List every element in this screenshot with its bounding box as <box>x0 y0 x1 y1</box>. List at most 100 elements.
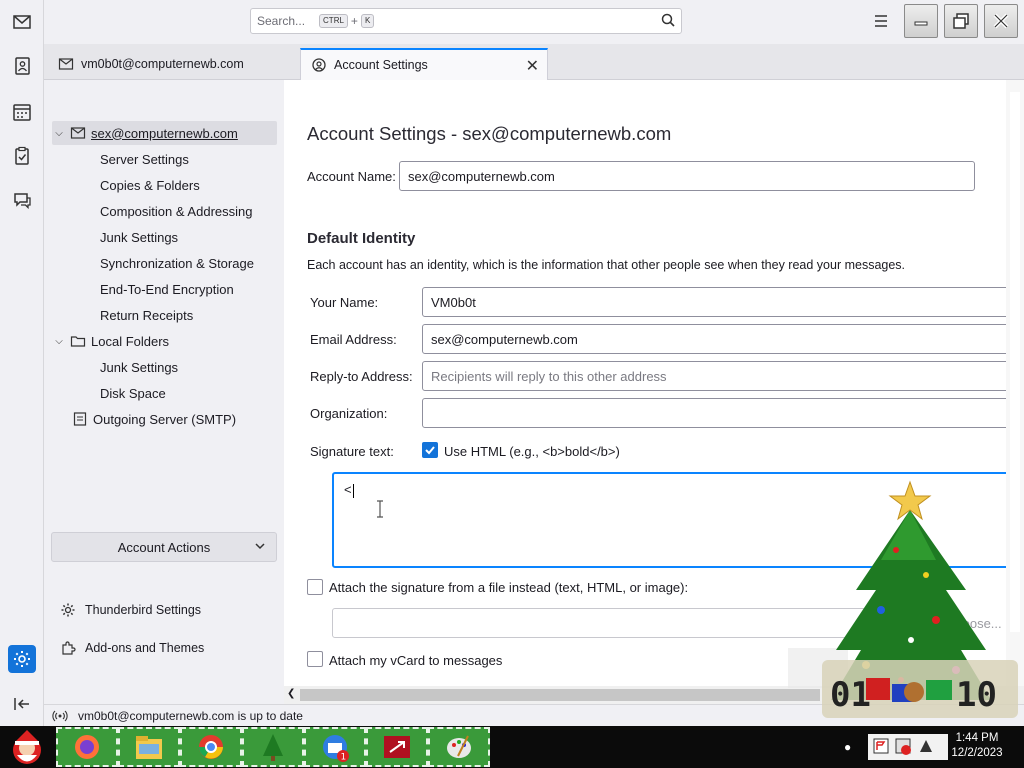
account-name-label: Account Name: <box>307 169 396 184</box>
your-name-label: Your Name: <box>310 295 379 310</box>
taskbar-chrome[interactable] <box>180 727 242 767</box>
addons-label: Add-ons and Themes <box>85 641 205 655</box>
account-name-input[interactable]: sex@computernewb.com <box>399 161 975 191</box>
santa-start-icon <box>13 730 41 764</box>
email-address-label: Email Address: <box>310 332 397 347</box>
inbox-icon <box>58 58 74 70</box>
tasks-icon[interactable] <box>8 142 36 170</box>
search-icon <box>661 13 675 30</box>
nav-outgoing-label: Outgoing Server (SMTP) <box>93 411 237 427</box>
account-actions-label: Account Actions <box>117 539 211 555</box>
shortcut-k: K <box>360 14 375 28</box>
identity-description: Each account has an identity, which is t… <box>307 258 906 272</box>
tab-mail[interactable]: vm0b0t@computernewb.com <box>48 48 298 80</box>
taskbar-app-red[interactable] <box>366 727 428 767</box>
nav-outgoing-server[interactable]: Outgoing Server (SMTP) <box>68 407 236 431</box>
email-address-input[interactable]: sex@computernewb.com <box>422 324 1006 354</box>
puzzle-icon <box>62 641 76 655</box>
chevron-down-icon[interactable]: ⌵ <box>52 336 66 347</box>
nav-junk-settings[interactable]: Junk Settings <box>100 225 178 249</box>
reply-to-label: Reply-to Address: <box>310 369 413 384</box>
chevron-down-icon[interactable]: ⌵ <box>52 128 66 139</box>
thunderbird-settings-label: Thunderbird Settings <box>85 603 202 617</box>
nav-copies-folders[interactable]: Copies & Folders <box>100 173 200 197</box>
account-settings-icon <box>312 58 326 72</box>
christmas-tree-widget: 01 10 <box>786 480 1024 725</box>
taskbar-firefox[interactable] <box>56 727 118 767</box>
ibeam-cursor-icon <box>376 500 384 521</box>
nav-local-folders[interactable]: ⌵ Local Folders <box>52 329 169 353</box>
scroll-left-icon[interactable]: ❮ <box>287 688 295 699</box>
tab-account-settings[interactable]: Account Settings ✕ <box>300 48 548 80</box>
attach-vcard-checkbox[interactable] <box>307 651 323 667</box>
gear-icon <box>61 603 75 617</box>
your-name-input[interactable]: VM0b0t <box>422 287 1006 317</box>
addons-themes-link[interactable]: Add-ons and Themes <box>60 637 204 659</box>
settings-gear-icon[interactable] <box>8 645 36 673</box>
start-button[interactable] <box>2 727 52 767</box>
shortcut-ctrl: CTRL <box>319 14 348 28</box>
reply-to-input[interactable]: Recipients will reply to this other addr… <box>422 361 1006 391</box>
signature-text: < <box>344 482 352 497</box>
page-title: Account Settings - sex@computernewb.com <box>307 123 672 144</box>
signature-text-label: Signature text: <box>310 444 394 459</box>
checkmark-icon <box>425 446 435 455</box>
taskbar-explorer[interactable] <box>118 727 180 767</box>
clock-date: 12/2/2023 <box>951 747 1003 759</box>
search-placeholder: Search... <box>257 14 306 28</box>
nav-local-folders-label: Local Folders <box>91 333 170 349</box>
nav-disk-space[interactable]: Disk Space <box>100 381 166 405</box>
tab-label: vm0b0t@computernewb.com <box>81 57 244 71</box>
address-book-icon[interactable] <box>8 52 36 80</box>
nav-sync-storage[interactable]: Synchronization & Storage <box>100 251 254 275</box>
attach-file-checkbox[interactable] <box>307 579 323 595</box>
calendar-icon[interactable] <box>8 98 36 126</box>
system-tray[interactable] <box>868 734 948 760</box>
status-text: vm0b0t@computernewb.com is up to date <box>78 708 303 723</box>
close-window-button[interactable] <box>984 4 1018 38</box>
title-bar: Search... CTRL + K <box>44 0 1024 44</box>
text-caret <box>352 483 354 498</box>
tray-icons <box>873 738 932 755</box>
file-explorer-icon <box>136 736 162 759</box>
collapse-toolbar-icon[interactable] <box>8 690 36 718</box>
global-search-input[interactable]: Search... CTRL + K <box>250 8 682 34</box>
nav-composition[interactable]: Composition & Addressing <box>100 199 252 223</box>
scrollbar-thumb[interactable] <box>300 689 820 701</box>
nav-account-label: sex@computernewb.com <box>91 125 238 141</box>
chat-icon[interactable] <box>8 187 36 215</box>
app-menu-icon[interactable] <box>872 12 890 30</box>
taskbar-paint[interactable] <box>428 727 490 767</box>
nav-local-junk[interactable]: Junk Settings <box>100 355 178 379</box>
svg-text:10: 10 <box>956 675 997 715</box>
mail-icon[interactable] <box>8 8 36 36</box>
taskbar-thunderbird[interactable]: 1 <box>304 727 366 767</box>
taskbar: 1 ● 1:44 PM 12/2/2023 <box>0 726 1024 768</box>
account-actions-button[interactable]: Account Actions <box>51 532 277 562</box>
nav-account[interactable]: ⌵ sex@computernewb.com <box>52 121 277 145</box>
minimize-button[interactable] <box>904 4 938 38</box>
default-identity-heading: Default Identity <box>307 230 416 247</box>
mail-account-icon <box>70 127 86 139</box>
folder-icon <box>70 336 86 347</box>
svg-text:1: 1 <box>341 753 347 763</box>
clock-time: 1:44 PM <box>955 732 999 744</box>
thunderbird-settings-link[interactable]: Thunderbird Settings <box>60 599 201 621</box>
nav-e2e-encryption[interactable]: End-To-End Encryption <box>100 277 234 301</box>
shortcut-plus: + <box>350 14 358 28</box>
spaces-toolbar <box>0 0 44 726</box>
restore-button[interactable] <box>944 4 978 38</box>
red-app-icon <box>384 736 410 758</box>
nav-return-receipts[interactable]: Return Receipts <box>100 303 193 327</box>
taskbar-clock[interactable]: 1:44 PM 12/2/2023 <box>944 731 1010 761</box>
outgoing-server-icon <box>73 412 87 426</box>
nav-server-settings[interactable]: Server Settings <box>100 147 189 171</box>
account-tree: ⌵ sex@computernewb.com Server Settings C… <box>44 80 284 704</box>
organization-input[interactable] <box>422 398 1006 428</box>
taskbar-xmas-tree[interactable] <box>242 727 304 767</box>
attach-file-label: Attach the signature from a file instead… <box>329 580 689 595</box>
close-tab-icon[interactable]: ✕ <box>526 56 539 76</box>
use-html-checkbox[interactable] <box>422 442 438 458</box>
tree-icon <box>263 734 283 761</box>
online-status-icon[interactable] <box>52 709 68 723</box>
